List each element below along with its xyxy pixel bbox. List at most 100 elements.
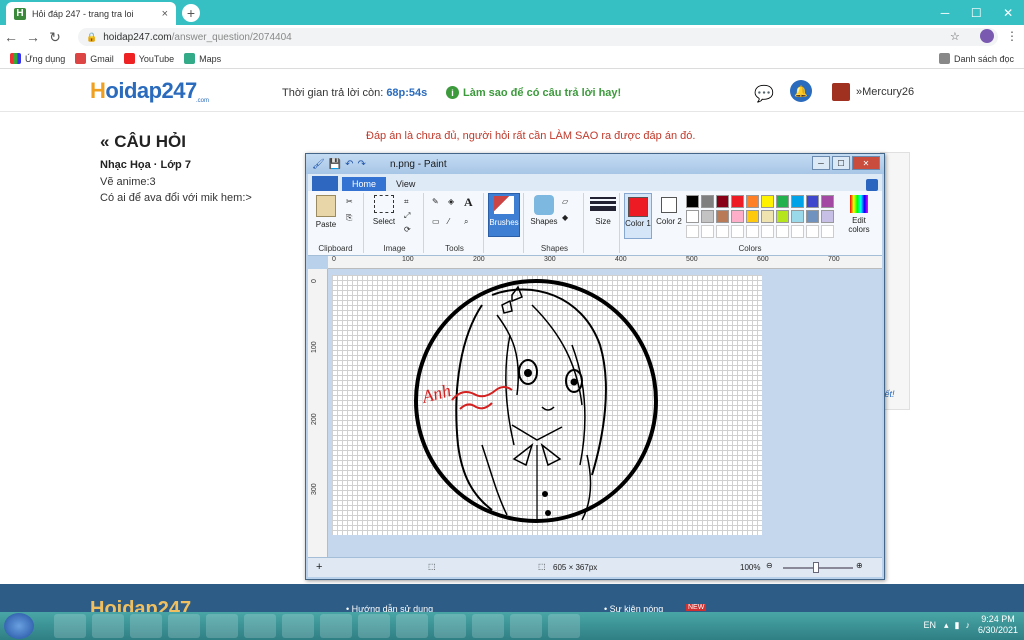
bookmark-star-icon[interactable]: ☆: [950, 30, 960, 43]
copy-icon[interactable]: ⎘: [346, 213, 352, 223]
minimize-icon[interactable]: ─: [941, 6, 950, 20]
word-icon[interactable]: [510, 614, 542, 638]
reading-list[interactable]: Danh sách đọc: [938, 53, 1014, 64]
brushes-button[interactable]: Brushes: [488, 193, 520, 237]
palette-swatch[interactable]: [686, 195, 699, 208]
palette-swatch[interactable]: [731, 195, 744, 208]
palette-swatch-empty[interactable]: [761, 225, 774, 238]
tab-home[interactable]: Home: [342, 177, 387, 191]
bookmark-gmail[interactable]: Gmail: [75, 53, 114, 64]
back-icon[interactable]: ←: [0, 29, 22, 45]
app-icon-5[interactable]: [206, 614, 238, 638]
palette-swatch-empty[interactable]: [746, 225, 759, 238]
paint-maximize-icon[interactable]: ☐: [832, 156, 850, 170]
palette-swatch[interactable]: [746, 195, 759, 208]
explorer-icon[interactable]: [54, 614, 86, 638]
bell-icon[interactable]: 🔔: [790, 80, 812, 102]
chrome-icon[interactable]: [130, 614, 162, 638]
bookmark-apps[interactable]: Ứng dụng: [10, 53, 65, 64]
select-button[interactable]: Select: [370, 195, 398, 226]
palette-swatch-empty[interactable]: [716, 225, 729, 238]
site-logo[interactable]: Hoidap247: [90, 78, 197, 104]
add-icon[interactable]: +: [316, 561, 322, 573]
palette-swatch[interactable]: [746, 210, 759, 223]
powerpoint-icon[interactable]: [168, 614, 200, 638]
zoom-in-icon[interactable]: ⊕: [856, 561, 863, 570]
excel-icon[interactable]: [320, 614, 352, 638]
app-icon-10[interactable]: [396, 614, 428, 638]
maximize-icon[interactable]: ☐: [971, 6, 982, 20]
user-menu[interactable]: » Mercury26: [832, 83, 914, 101]
tray-chevron-icon[interactable]: ▴: [944, 620, 949, 631]
app-icon-6[interactable]: [244, 614, 276, 638]
text-icon[interactable]: A: [464, 195, 473, 210]
zoom-out-icon[interactable]: ⊖: [766, 561, 773, 570]
app-icon-11[interactable]: [434, 614, 466, 638]
palette-swatch-empty[interactable]: [686, 225, 699, 238]
palette-swatch[interactable]: [791, 195, 804, 208]
palette-swatch[interactable]: [701, 195, 714, 208]
chat-icon[interactable]: 💬: [754, 84, 774, 104]
palette-swatch-empty[interactable]: [821, 225, 834, 238]
app-icon-7[interactable]: [282, 614, 314, 638]
new-tab-button[interactable]: +: [182, 4, 200, 22]
volume-icon[interactable]: ♪: [965, 620, 970, 630]
palette-swatch[interactable]: [791, 210, 804, 223]
paint-titlebar[interactable]: 🖌 💾 ↶ ↷ n.png - Paint ─ ☐ ✕: [306, 154, 884, 174]
palette-swatch[interactable]: [686, 210, 699, 223]
profile-avatar[interactable]: [980, 29, 994, 43]
fill-icon[interactable]: ◈: [448, 197, 454, 206]
forward-icon[interactable]: →: [22, 29, 44, 45]
address-bar[interactable]: 🔒 hoidap247.com/answer_question/2074404: [78, 28, 998, 46]
paint-file-menu[interactable]: [312, 176, 338, 191]
palette-swatch[interactable]: [701, 210, 714, 223]
shape-fill-icon[interactable]: ◆: [562, 213, 568, 222]
language-indicator[interactable]: EN: [923, 620, 936, 630]
resize-icon[interactable]: ⤢: [404, 211, 410, 221]
app-icon-12[interactable]: [472, 614, 504, 638]
undo-icon[interactable]: ↶: [345, 159, 353, 170]
palette-swatch[interactable]: [806, 210, 819, 223]
palette-swatch[interactable]: [761, 195, 774, 208]
palette-swatch[interactable]: [821, 210, 834, 223]
paste-button[interactable]: Paste: [312, 195, 340, 229]
reload-icon[interactable]: ↻: [44, 29, 66, 46]
bookmark-maps[interactable]: Maps: [184, 53, 221, 64]
browser-tab[interactable]: H Hỏi đáp 247 - trang tra loi ×: [6, 2, 176, 25]
palette-swatch-empty[interactable]: [731, 225, 744, 238]
start-button[interactable]: [4, 613, 34, 639]
clock[interactable]: 9:24 PM 6/30/2021: [978, 614, 1018, 636]
redo-icon[interactable]: ↷: [358, 159, 366, 170]
palette-swatch[interactable]: [821, 195, 834, 208]
eraser-icon[interactable]: ▭: [432, 217, 440, 226]
palette-swatch[interactable]: [776, 195, 789, 208]
cut-icon[interactable]: ✂: [346, 197, 353, 206]
paint-minimize-icon[interactable]: ─: [812, 156, 830, 170]
double-chevron-left-icon[interactable]: «: [100, 132, 109, 151]
paint-taskbar-icon[interactable]: [92, 614, 124, 638]
palette-swatch-empty[interactable]: [776, 225, 789, 238]
save-icon[interactable]: 💾: [329, 159, 341, 170]
palette-swatch[interactable]: [731, 210, 744, 223]
pencil-icon[interactable]: ✎: [432, 197, 439, 206]
chrome-icon-2[interactable]: [548, 614, 580, 638]
tab-view[interactable]: View: [386, 177, 425, 191]
paint-window[interactable]: 🖌 💾 ↶ ↷ n.png - Paint ─ ☐ ✕ Home View Pa…: [305, 153, 885, 580]
help-icon[interactable]: [866, 179, 878, 191]
drawing-canvas[interactable]: Anh: [332, 275, 762, 535]
answer-hint-link[interactable]: i Làm sao để có câu trả lời hay!: [446, 86, 621, 99]
color-picker-icon[interactable]: ⁄: [448, 217, 449, 226]
palette-swatch[interactable]: [716, 195, 729, 208]
size-button[interactable]: Size: [590, 195, 616, 226]
edit-colors-button[interactable]: Edit colors: [844, 195, 874, 234]
palette-swatch-empty[interactable]: [701, 225, 714, 238]
color2-button[interactable]: Color 2: [656, 195, 682, 226]
network-icon[interactable]: ▮: [955, 620, 960, 631]
rotate-icon[interactable]: ⟳: [404, 225, 411, 234]
palette-swatch[interactable]: [761, 210, 774, 223]
shapes-button[interactable]: Shapes: [530, 195, 558, 226]
palette-swatch-empty[interactable]: [791, 225, 804, 238]
palette-swatch[interactable]: [806, 195, 819, 208]
outline-icon[interactable]: ▱: [562, 197, 568, 206]
menu-dots-icon[interactable]: ⋮: [1006, 29, 1018, 43]
